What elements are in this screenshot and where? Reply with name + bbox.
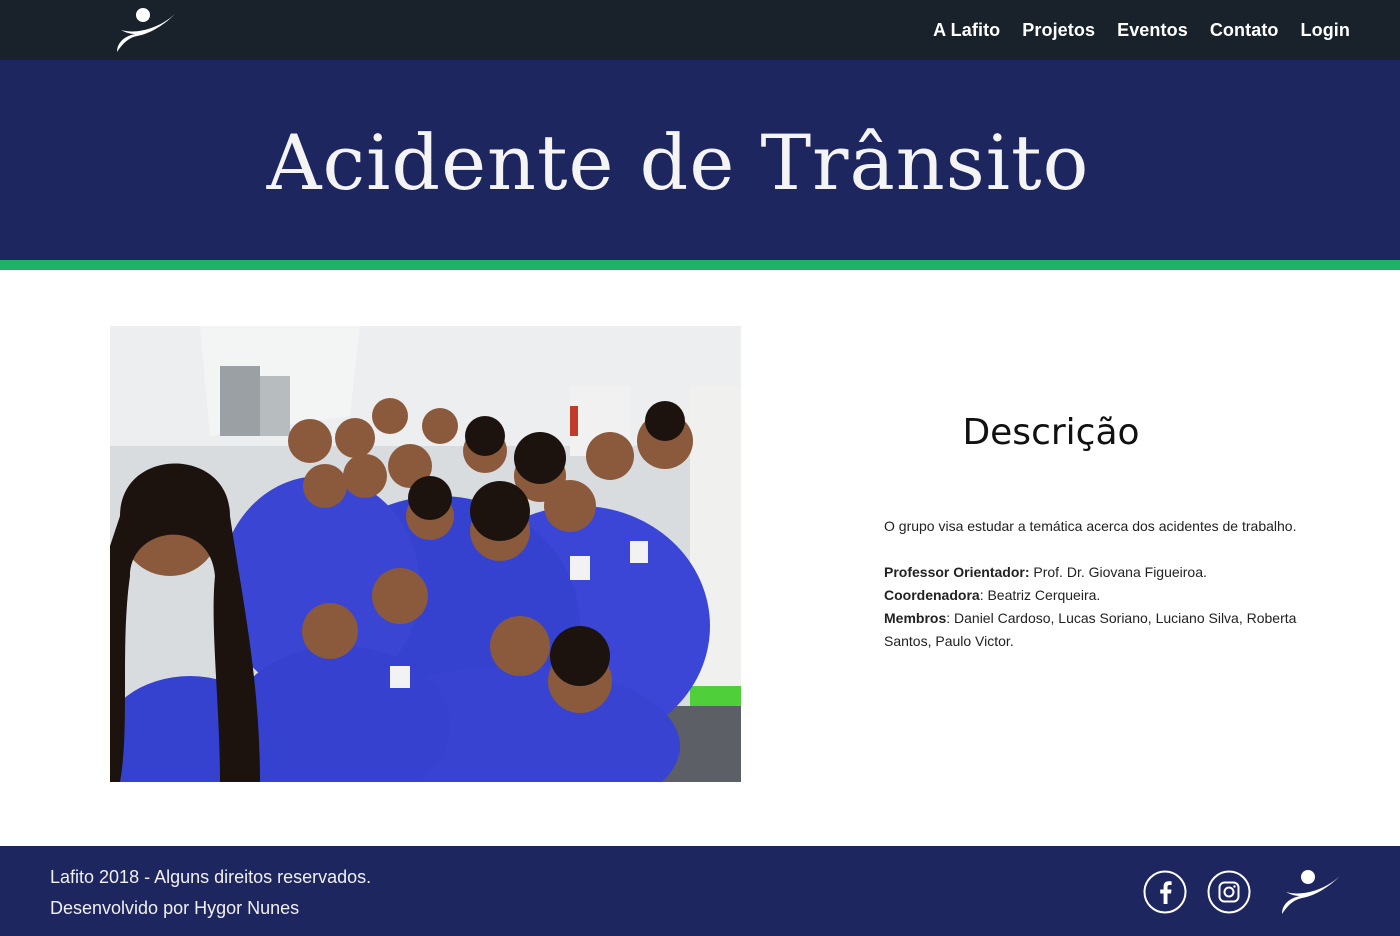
top-navbar: A Lafito Projetos Eventos Contato Login xyxy=(0,0,1400,60)
nav-item-projetos[interactable]: Projetos xyxy=(1022,20,1095,41)
footer-copyright: Lafito 2018 - Alguns direitos reservados… xyxy=(50,867,372,887)
members-line: Membros: Daniel Cardoso, Lucas Soriano, … xyxy=(884,607,1314,653)
facebook-icon[interactable] xyxy=(1143,870,1187,914)
instagram-icon[interactable] xyxy=(1207,870,1251,914)
members-value: : Daniel Cardoso, Lucas Soriano, Luciano… xyxy=(884,610,1297,649)
group-photo-illustration xyxy=(110,326,741,782)
nav-item-a-lafito[interactable]: A Lafito xyxy=(933,20,1000,41)
advisor-label: Professor Orientador: xyxy=(884,564,1030,580)
description-body: O grupo visa estudar a temática acerca d… xyxy=(884,515,1314,653)
description-title: Descrição xyxy=(962,412,1140,453)
description-intro: O grupo visa estudar a temática acerca d… xyxy=(884,518,1297,534)
main-nav: A Lafito Projetos Eventos Contato Login xyxy=(911,0,1350,60)
advisor-value: Prof. Dr. Giovana Figueiroa. xyxy=(1029,564,1207,580)
members-label: Membros xyxy=(884,610,947,626)
lafito-logo-icon[interactable] xyxy=(113,6,179,54)
coordinator-line: Coordenadora: Beatriz Cerqueira. xyxy=(884,584,1314,607)
coordinator-label: Coordenadora xyxy=(884,587,980,603)
footer: Lafito 2018 - Alguns direitos reservados… xyxy=(0,846,1400,936)
accent-stripe xyxy=(0,260,1400,270)
footer-lafito-logo-icon xyxy=(1282,870,1340,914)
nav-item-login[interactable]: Login xyxy=(1301,20,1350,41)
nav-item-eventos[interactable]: Eventos xyxy=(1117,20,1188,41)
footer-developer: Desenvolvido por Hygor Nunes xyxy=(50,898,300,918)
advisor-line: Professor Orientador: Prof. Dr. Giovana … xyxy=(884,561,1314,584)
nav-item-contato[interactable]: Contato xyxy=(1210,20,1279,41)
hero-banner: Acidente de Trânsito xyxy=(0,60,1400,260)
group-photo xyxy=(110,326,741,782)
coordinator-value: : Beatriz Cerqueira. xyxy=(979,587,1101,603)
page-title: Acidente de Trânsito xyxy=(266,118,1090,207)
